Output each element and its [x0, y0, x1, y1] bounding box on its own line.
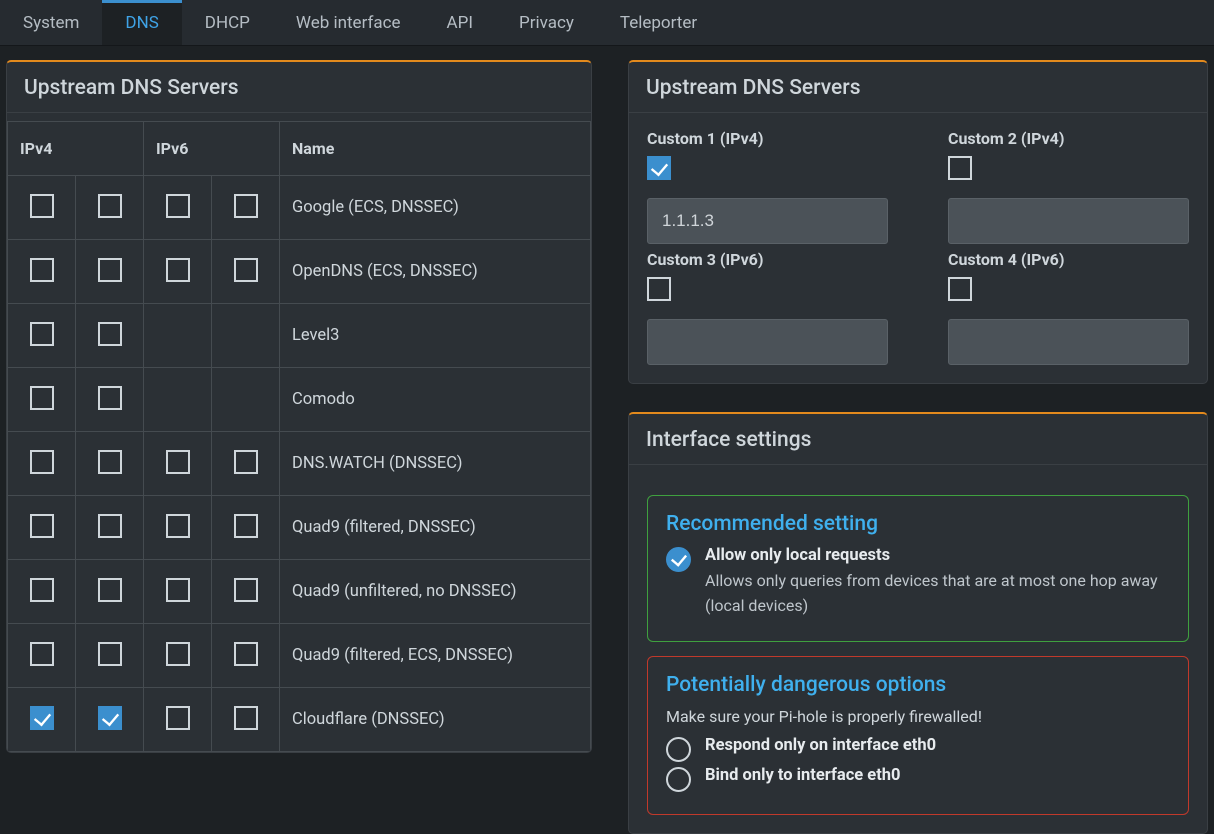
dns-checkbox[interactable]	[98, 642, 122, 666]
dns-checkbox[interactable]	[166, 642, 190, 666]
card-title: Upstream DNS Servers	[629, 62, 1207, 113]
tab-dns[interactable]: DNS	[102, 0, 181, 45]
tab-api[interactable]: API	[424, 0, 496, 45]
radio-danger-1[interactable]	[666, 767, 691, 792]
card-title: Interface settings	[629, 414, 1207, 465]
dns-checkbox[interactable]	[30, 322, 54, 346]
table-row: Google (ECS, DNSSEC)	[8, 176, 591, 240]
dangerous-warning: Make sure your Pi-hole is properly firew…	[666, 707, 1170, 726]
dns-checkbox[interactable]	[30, 194, 54, 218]
table-row: Cloudflare (DNSSEC)	[8, 688, 591, 752]
dns-checkbox[interactable]	[234, 578, 258, 602]
dns-checkbox[interactable]	[98, 706, 122, 730]
table-row: Comodo	[8, 368, 591, 432]
dns-checkbox[interactable]	[234, 194, 258, 218]
dns-checkbox[interactable]	[166, 194, 190, 218]
provider-name: Google (ECS, DNSSEC)	[280, 176, 591, 240]
opt-desc: Allows only queries from devices that ar…	[705, 569, 1170, 619]
custom-input-3[interactable]	[647, 319, 888, 365]
dns-checkbox[interactable]	[234, 514, 258, 538]
dns-checkbox[interactable]	[166, 450, 190, 474]
opt-title: Bind only to interface eth0	[705, 766, 901, 785]
col-ipv4: IPv4	[8, 122, 144, 176]
dns-checkbox[interactable]	[30, 642, 54, 666]
provider-name: Comodo	[280, 368, 591, 432]
table-row: OpenDNS (ECS, DNSSEC)	[8, 240, 591, 304]
dangerous-title: Potentially dangerous options	[666, 673, 1170, 697]
upstream-dns-card: Upstream DNS Servers IPv4 IPv6 Name Goog…	[6, 60, 592, 753]
card-title: Upstream DNS Servers	[7, 62, 591, 113]
dangerous-box: Potentially dangerous options Make sure …	[647, 656, 1189, 815]
custom-input-4[interactable]	[948, 319, 1189, 365]
dns-checkbox[interactable]	[98, 258, 122, 282]
custom-label: Custom 4 (IPv6)	[948, 250, 1189, 269]
table-row: Level3	[8, 304, 591, 368]
recommended-title: Recommended setting	[666, 512, 1170, 536]
custom-label: Custom 3 (IPv6)	[647, 250, 888, 269]
provider-name: OpenDNS (ECS, DNSSEC)	[280, 240, 591, 304]
dns-checkbox[interactable]	[30, 706, 54, 730]
custom-input-1[interactable]	[647, 198, 888, 244]
dns-provider-table: IPv4 IPv6 Name Google (ECS, DNSSEC)OpenD…	[7, 121, 591, 752]
table-row: Quad9 (unfiltered, no DNSSEC)	[8, 560, 591, 624]
custom-checkbox-3[interactable]	[647, 277, 671, 301]
dns-checkbox[interactable]	[98, 386, 122, 410]
dns-checkbox[interactable]	[98, 578, 122, 602]
custom-checkbox-2[interactable]	[948, 156, 972, 180]
dns-checkbox[interactable]	[98, 194, 122, 218]
dns-checkbox[interactable]	[98, 514, 122, 538]
dns-checkbox[interactable]	[98, 450, 122, 474]
tab-teleporter[interactable]: Teleporter	[597, 0, 720, 45]
settings-tabs: SystemDNSDHCPWeb interfaceAPIPrivacyTele…	[0, 0, 1214, 46]
tab-web[interactable]: Web interface	[273, 0, 424, 45]
tab-privacy[interactable]: Privacy	[496, 0, 597, 45]
recommended-box: Recommended setting Allow only local req…	[647, 495, 1189, 642]
table-row: Quad9 (filtered, ECS, DNSSEC)	[8, 624, 591, 688]
radio-allow-local[interactable]	[666, 547, 691, 572]
dns-checkbox[interactable]	[166, 578, 190, 602]
dns-checkbox[interactable]	[30, 258, 54, 282]
custom-input-2[interactable]	[948, 198, 1189, 244]
tab-dhcp[interactable]: DHCP	[182, 0, 273, 45]
dns-checkbox[interactable]	[234, 706, 258, 730]
dns-checkbox[interactable]	[166, 706, 190, 730]
custom-checkbox-4[interactable]	[948, 277, 972, 301]
dns-checkbox[interactable]	[98, 322, 122, 346]
provider-name: Quad9 (filtered, ECS, DNSSEC)	[280, 624, 591, 688]
provider-name: Quad9 (unfiltered, no DNSSEC)	[280, 560, 591, 624]
col-name: Name	[280, 122, 591, 176]
custom-label: Custom 1 (IPv4)	[647, 129, 888, 148]
custom-dns-card: Upstream DNS Servers Custom 1 (IPv4) Cust…	[628, 60, 1208, 384]
dns-checkbox[interactable]	[30, 450, 54, 474]
opt-title: Allow only local requests	[705, 546, 1170, 565]
dns-checkbox[interactable]	[166, 258, 190, 282]
provider-name: DNS.WATCH (DNSSEC)	[280, 432, 591, 496]
provider-name: Cloudflare (DNSSEC)	[280, 688, 591, 752]
provider-name: Level3	[280, 304, 591, 368]
radio-danger-0[interactable]	[666, 737, 691, 762]
table-row: Quad9 (filtered, DNSSEC)	[8, 496, 591, 560]
interface-settings-card: Interface settings Recommended setting A…	[628, 412, 1208, 834]
dns-checkbox[interactable]	[30, 514, 54, 538]
col-ipv6: IPv6	[144, 122, 280, 176]
table-row: DNS.WATCH (DNSSEC)	[8, 432, 591, 496]
provider-name: Quad9 (filtered, DNSSEC)	[280, 496, 591, 560]
custom-checkbox-1[interactable]	[647, 156, 671, 180]
dns-checkbox[interactable]	[234, 258, 258, 282]
tab-system[interactable]: System	[0, 0, 102, 45]
dns-checkbox[interactable]	[30, 578, 54, 602]
dns-checkbox[interactable]	[234, 642, 258, 666]
dns-checkbox[interactable]	[166, 514, 190, 538]
opt-title: Respond only on interface eth0	[705, 736, 936, 755]
custom-label: Custom 2 (IPv4)	[948, 129, 1189, 148]
dns-checkbox[interactable]	[30, 386, 54, 410]
dns-checkbox[interactable]	[234, 450, 258, 474]
